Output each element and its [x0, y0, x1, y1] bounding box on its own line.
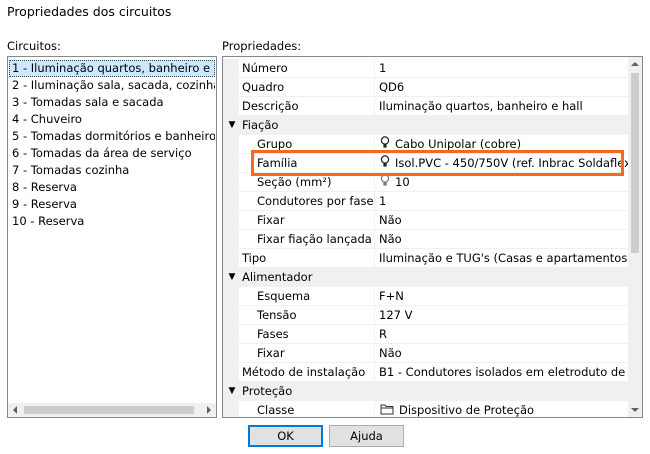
circuit-item-9[interactable]: 9 - Reserva [9, 196, 215, 213]
circuit-item-8[interactable]: 8 - Reserva [9, 179, 215, 196]
prop-value[interactable]: B1 - Condutores isolados em eletroduto d… [374, 363, 628, 382]
prop-row-secao[interactable]: Seção (mm²) 10 [223, 173, 628, 192]
scroll-thumb[interactable] [631, 73, 639, 253]
prop-name: Quadro [239, 78, 374, 97]
prop-name: Esquema [239, 287, 374, 306]
circuit-item-3[interactable]: 3 - Tomadas sala e sacada [9, 94, 215, 111]
prop-name: Descrição [239, 97, 374, 116]
prop-name: Seção (mm²) [239, 173, 374, 192]
property-grid[interactable]: Número 1 Quadro QD6 Descrição Iluminação… [222, 56, 643, 418]
circuits-label: Circuitos: [7, 39, 61, 53]
prop-row-alim-fixar[interactable]: Fixar Não [223, 344, 628, 363]
circuit-item-2[interactable]: 2 - Iluminação sala, sacada, cozinha e á… [9, 77, 215, 94]
prop-name: Fixar fiação lançada [239, 230, 374, 249]
prop-row-fases[interactable]: Fases R [223, 325, 628, 344]
circuits-horizontal-scrollbar[interactable] [8, 403, 216, 417]
prop-name: Família [239, 154, 374, 173]
prop-row-numero[interactable]: Número 1 [223, 59, 628, 78]
prop-value[interactable]: QD6 [374, 78, 628, 97]
circuits-list[interactable]: 1 - Iluminação quartos, banheiro e hall … [7, 56, 217, 418]
properties-label: Propriedades: [222, 39, 302, 53]
prop-name: Tipo [239, 249, 374, 268]
scroll-left-icon[interactable] [8, 403, 22, 417]
prop-name: Número [239, 59, 374, 78]
chevron-down-icon[interactable]: ▼ [226, 116, 238, 134]
lightbulb-icon [380, 135, 390, 154]
circuit-item-1[interactable]: 1 - Iluminação quartos, banheiro e hall [9, 60, 215, 77]
category-protecao[interactable]: ▼ Proteção [223, 382, 628, 401]
ok-button[interactable]: OK [248, 425, 323, 447]
prop-value[interactable]: Dispositivo de Proteção [374, 401, 628, 418]
category-fiacao[interactable]: ▼ Fiação [223, 116, 628, 135]
prop-value[interactable]: 10 [374, 173, 628, 192]
prop-row-condutores[interactable]: Condutores por fase 1 [223, 192, 628, 211]
lightbulb-icon [380, 173, 390, 192]
prop-name: Condutores por fase [239, 192, 374, 211]
prop-row-tensao[interactable]: Tensão 127 V [223, 306, 628, 325]
scroll-down-icon[interactable] [628, 403, 642, 417]
prop-row-esquema[interactable]: Esquema F+N [223, 287, 628, 306]
circuit-item-10[interactable]: 10 - Reserva [9, 213, 215, 230]
prop-value[interactable]: 127 V [374, 306, 628, 325]
scroll-right-icon[interactable] [202, 403, 216, 417]
prop-value[interactable]: Não [374, 344, 628, 363]
prop-value[interactable]: 1 [374, 192, 628, 211]
properties-vertical-scrollbar[interactable] [628, 57, 642, 417]
circuit-item-5[interactable]: 5 - Tomadas dormitórios e banheiro [9, 128, 215, 145]
prop-value[interactable]: Cabo Unipolar (cobre) [374, 135, 628, 154]
prop-value[interactable]: Isol.PVC - 450/750V (ref. Inbrac Soldafl… [374, 154, 628, 173]
lightbulb-icon [380, 154, 390, 173]
prop-name: Método de instalação [239, 363, 374, 382]
chevron-down-icon[interactable]: ▼ [226, 268, 238, 286]
category-label: Fiação [242, 118, 279, 132]
prop-row-grupo[interactable]: Grupo Cabo Unipolar (cobre) [223, 135, 628, 154]
prop-value[interactable]: Iluminação quartos, banheiro e hall [374, 97, 628, 116]
prop-row-tipo[interactable]: Tipo Iluminação e TUG's (Casas e apartam… [223, 249, 628, 268]
circuit-item-6[interactable]: 6 - Tomadas da área de serviço [9, 145, 215, 162]
prop-row-descricao[interactable]: Descrição Iluminação quartos, banheiro e… [223, 97, 628, 116]
prop-name: Grupo [239, 135, 374, 154]
prop-name: Fixar [239, 211, 374, 230]
prop-row-familia[interactable]: Família Isol.PVC - 450/750V (ref. Inbrac… [223, 154, 628, 173]
prop-row-fixar-lancada[interactable]: Fixar fiação lançada Não [223, 230, 628, 249]
prop-row-fixar[interactable]: Fixar Não [223, 211, 628, 230]
prop-row-quadro[interactable]: Quadro QD6 [223, 78, 628, 97]
category-label: Proteção [242, 384, 293, 398]
folder-icon [380, 402, 394, 418]
circuit-item-4[interactable]: 4 - Chuveiro [9, 111, 215, 128]
help-button[interactable]: Ajuda [329, 425, 404, 447]
prop-name: Fixar [239, 344, 374, 363]
prop-value[interactable]: F+N [374, 287, 628, 306]
chevron-down-icon[interactable]: ▼ [226, 382, 238, 400]
prop-name: Tensão [239, 306, 374, 325]
prop-name: Classe [239, 401, 374, 417]
prop-row-metodo[interactable]: Método de instalação B1 - Condutores iso… [223, 363, 628, 382]
scroll-up-icon[interactable] [628, 57, 642, 71]
category-alimentador[interactable]: ▼ Alimentador [223, 268, 628, 287]
prop-value[interactable]: R [374, 325, 628, 344]
prop-value[interactable]: Não [374, 211, 628, 230]
scroll-thumb[interactable] [24, 406, 194, 414]
prop-value[interactable]: Não [374, 230, 628, 249]
prop-name: Fases [239, 325, 374, 344]
circuit-item-7[interactable]: 7 - Tomadas cozinha [9, 162, 215, 179]
category-label: Alimentador [242, 270, 313, 284]
prop-value[interactable]: 1 [374, 59, 628, 78]
prop-row-classe[interactable]: Classe Dispositivo de Proteção [223, 401, 628, 418]
prop-value[interactable]: Iluminação e TUG's (Casas e apartamentos… [374, 249, 628, 268]
window-title: Propriedades dos circuitos [7, 4, 172, 19]
